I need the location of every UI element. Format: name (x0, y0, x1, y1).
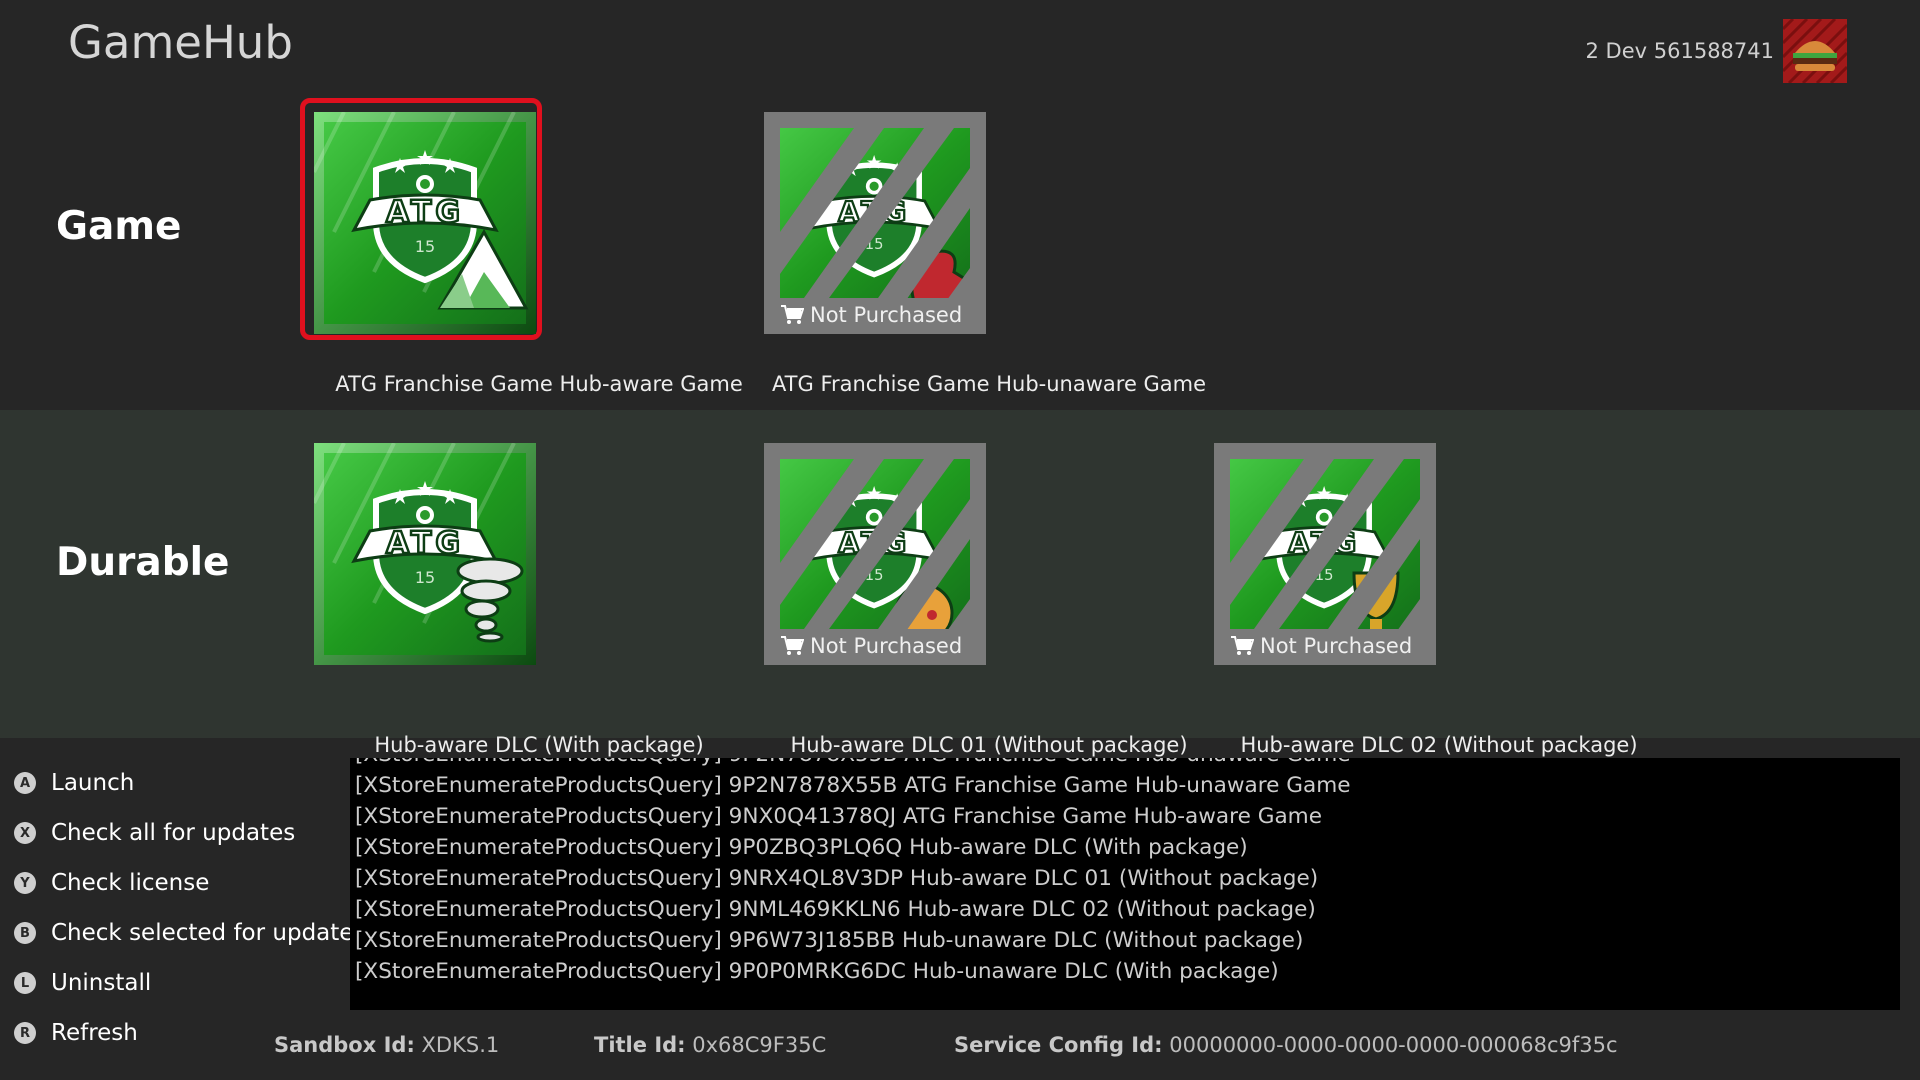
log-line: [XStoreEnumerateProductsQuery] 9P6W73J18… (355, 928, 1304, 953)
uninstall-button[interactable]: L Uninstall (14, 958, 353, 1008)
left-bumper-icon: L (14, 972, 36, 994)
not-purchased-badge: Not Purchased (780, 300, 962, 330)
cart-icon (781, 636, 804, 655)
check-selected-update-button[interactable]: B Check selected for update (14, 908, 353, 958)
atg-tornado-dlc-art (314, 443, 536, 665)
log-line: [XStoreEnumerateProductsQuery] 9P0P0MRKG… (355, 959, 1279, 984)
log-line: [XStoreEnumerateProductsQuery] 9NX0Q4137… (355, 804, 1323, 829)
check-selected-update-label: Check selected for update (51, 920, 354, 946)
user-profile[interactable]: 2 Dev 561588741 (1586, 19, 1847, 83)
b-button-icon: B (14, 922, 36, 944)
log-line: [XStoreEnumerateProductsQuery] 9NRX4QL8V… (355, 866, 1319, 891)
launch-button[interactable]: A Launch (14, 758, 353, 808)
service-config-id-value: 00000000-0000-0000-0000-000068c9f35c (1169, 1033, 1618, 1057)
log-line: [XStoreEnumerateProductsQuery] 9P2N7878X… (355, 773, 1351, 798)
not-purchased-badge: Not Purchased (1230, 631, 1412, 661)
section-label-game: Game (56, 204, 182, 249)
section-label-durable: Durable (56, 540, 230, 585)
y-button-icon: Y (14, 872, 36, 894)
service-config-id-key: Service Config Id: (954, 1033, 1163, 1057)
not-purchased-label: Not Purchased (1260, 634, 1413, 658)
sandbox-id: Sandbox Id: XDKS.1 (274, 1033, 499, 1057)
title-id: Title Id: 0x68C9F35C (594, 1033, 826, 1057)
durable-section: Durable Hub-aware DLC (With package) Not… (0, 410, 1920, 757)
not-purchased-label: Not Purchased (810, 634, 963, 658)
log-line: [XStoreEnumerateProductsQuery] 9P0ZBQ3PL… (355, 835, 1248, 860)
service-config-id: Service Config Id: 00000000-0000-0000-00… (954, 1033, 1618, 1057)
check-license-label: Check license (51, 870, 210, 896)
game-section: Game ATG Franchise Game Hub-aware Game N… (0, 98, 1920, 410)
status-footer: Sandbox Id: XDKS.1 Title Id: 0x68C9F35C … (0, 1033, 1920, 1063)
cart-icon (781, 305, 804, 324)
cart-icon (1231, 636, 1254, 655)
check-license-button[interactable]: Y Check license (14, 858, 353, 908)
launch-label: Launch (51, 770, 135, 796)
not-purchased-badge: Not Purchased (780, 631, 962, 661)
uninstall-label: Uninstall (51, 970, 152, 996)
sandbox-id-value: XDKS.1 (421, 1033, 500, 1057)
log-line: [XStoreEnumerateProductsQuery] 9P2N7878X… (350, 758, 1900, 770)
check-all-updates-label: Check all for updates (51, 820, 296, 846)
user-gamertag: 2 Dev 561588741 (1585, 39, 1774, 63)
not-purchased-label: Not Purchased (810, 303, 963, 327)
a-button-icon: A (14, 772, 36, 794)
log-console[interactable]: [XStoreEnumerateProductsQuery] 9P2N7878X… (350, 758, 1900, 1010)
burger-avatar-icon (1783, 19, 1847, 83)
title-id-value: 0x68C9F35C (692, 1033, 827, 1057)
log-line: [XStoreEnumerateProductsQuery] 9NML469KK… (355, 897, 1316, 922)
tile-title: ATG Franchise Game Hub-unaware Game (771, 372, 1207, 396)
app-title: GameHub (68, 16, 293, 69)
title-id-key: Title Id: (594, 1033, 686, 1057)
sandbox-id-key: Sandbox Id: (274, 1033, 415, 1057)
controller-button-legend: A Launch X Check all for updates Y Check… (14, 758, 353, 1058)
tile-title: Hub-aware DLC 02 (Without package) (1240, 733, 1638, 757)
atg-mountain-game-art (314, 112, 536, 334)
x-button-icon: X (14, 822, 36, 844)
check-all-updates-button[interactable]: X Check all for updates (14, 808, 353, 858)
